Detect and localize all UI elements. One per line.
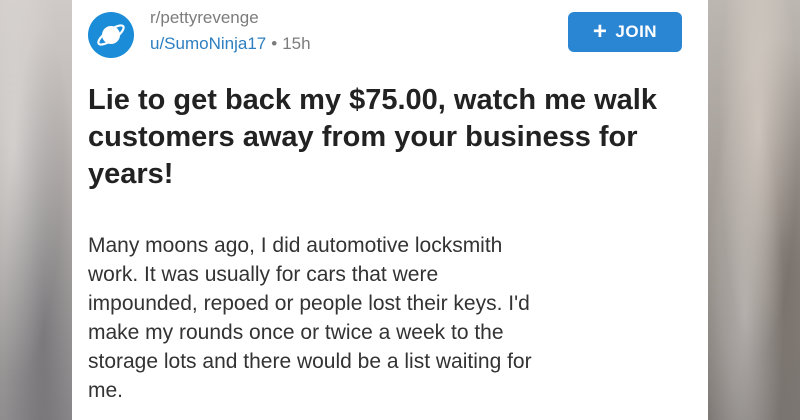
join-label: JOIN: [615, 22, 658, 41]
plus-icon: +: [592, 18, 608, 45]
background-photo-right: [708, 0, 800, 420]
post-card: r/pettyrevenge u/SumoNinja17 • 15h + JOIN …: [72, 0, 708, 420]
subreddit-name[interactable]: r/pettyrevenge: [150, 8, 259, 28]
post-body: Many moons ago, I did automotive locksmi…: [88, 234, 532, 402]
author-username[interactable]: u/SumoNinja17: [150, 34, 266, 53]
background-photo-left: [0, 0, 72, 420]
join-button[interactable]: + JOIN: [568, 12, 682, 52]
post-age: 15h: [282, 34, 311, 53]
subreddit-avatar[interactable]: [88, 12, 134, 58]
post-meta: u/SumoNinja17 • 15h: [150, 34, 311, 54]
planet-icon: [97, 24, 125, 46]
meta-separator: •: [271, 34, 278, 53]
post-title[interactable]: Lie to get back my $75.00, watch me walk…: [88, 82, 698, 193]
